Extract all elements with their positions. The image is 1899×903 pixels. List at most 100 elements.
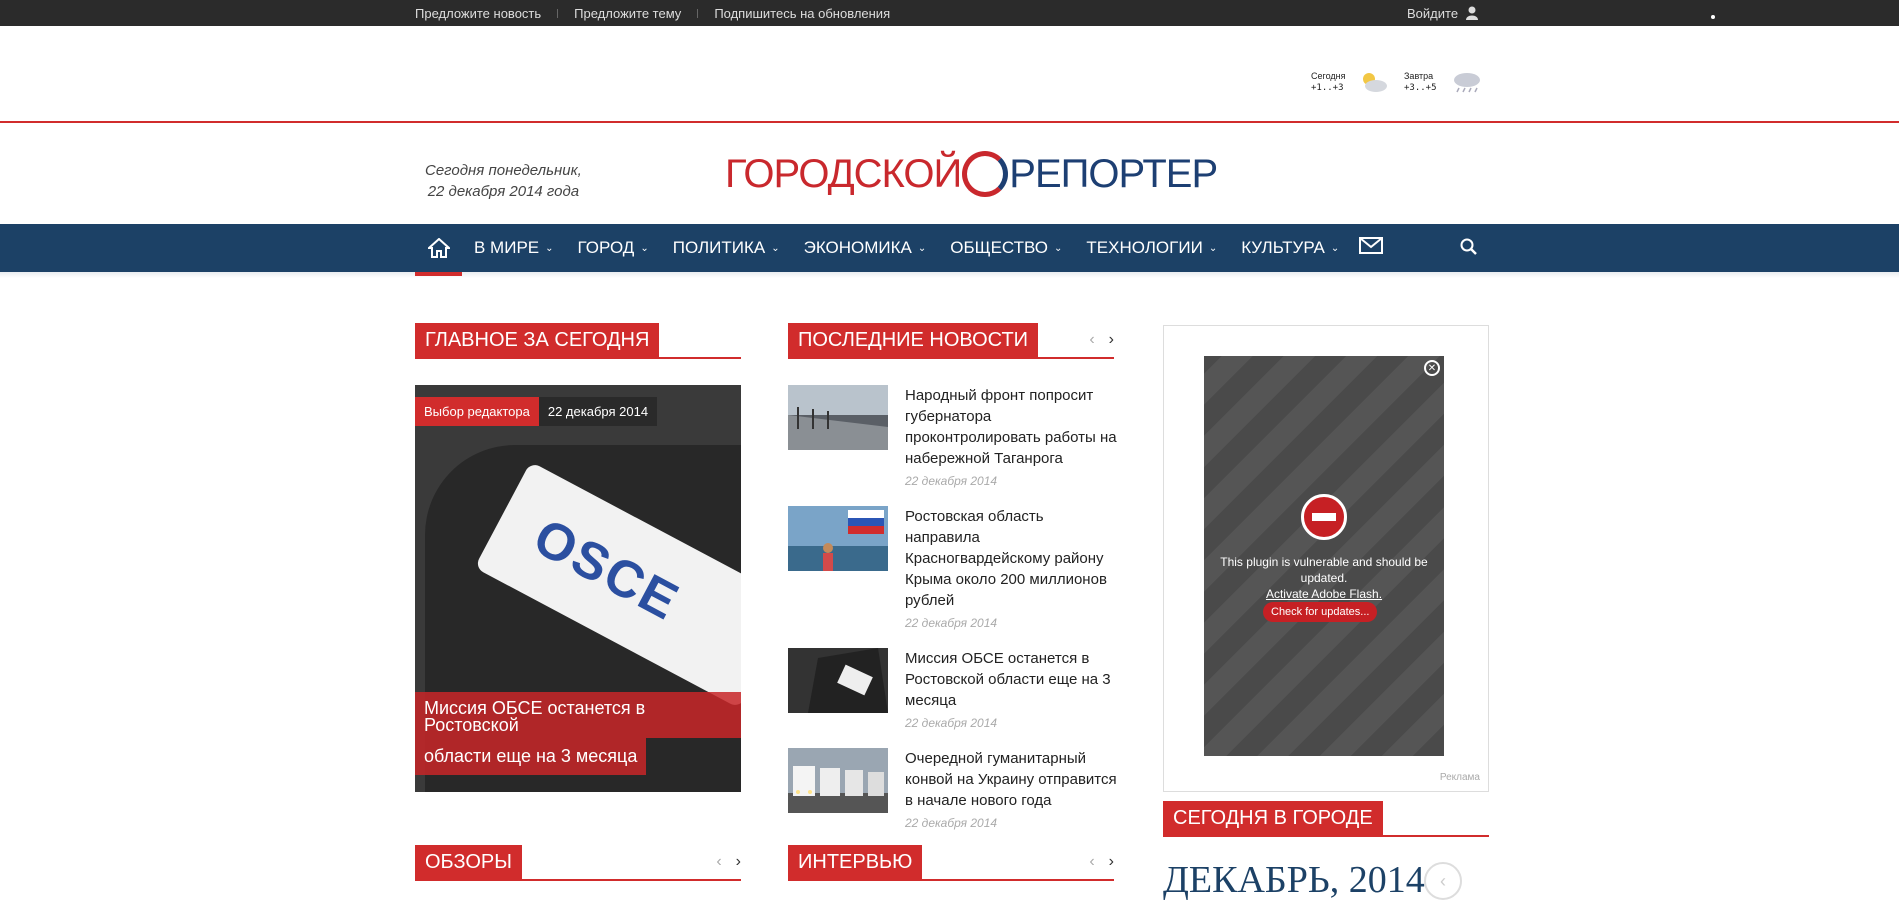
nav-world-label: В МИРЕ	[474, 238, 540, 257]
nav-society[interactable]: ОБЩЕСТВО ⌄	[938, 238, 1074, 258]
chevron-right-icon[interactable]: ›	[1109, 331, 1114, 349]
check-updates-button[interactable]: Check for updates...	[1263, 602, 1378, 622]
chevron-down-icon: ⌄	[1054, 242, 1063, 254]
news-date: 22 декабря 2014	[905, 716, 998, 730]
calendar-month-title: ДЕКАБРЬ, 2014	[1163, 859, 1425, 901]
subscribe-link[interactable]: Подпишитесь на обновления	[698, 6, 906, 21]
chevron-left-icon: ‹	[1440, 870, 1446, 891]
nav-home[interactable]	[415, 224, 462, 272]
header-divider	[0, 121, 1899, 123]
search-icon	[1460, 238, 1477, 255]
editor-choice-badge[interactable]: Выбор редактора	[415, 397, 539, 426]
login-label: Войдите	[1407, 5, 1459, 21]
section-latest-header: ПОСЛЕДНИЕ НОВОСТИ ‹ ›	[788, 323, 1114, 359]
user-icon	[1466, 6, 1479, 20]
top-bar: Предложите новость Предложите тему Подпи…	[0, 0, 1899, 26]
interview-pager: ‹ ›	[1089, 853, 1114, 871]
chevron-left-icon[interactable]: ‹	[1089, 853, 1094, 871]
section-interview-title: ИНТЕРВЬЮ	[788, 845, 923, 879]
featured-date: 22 декабря 2014	[538, 397, 658, 426]
news-thumbnail[interactable]	[788, 748, 888, 813]
flash-plugin-placeholder[interactable]: ✕ This plugin is vulnerable and should b…	[1204, 356, 1444, 756]
nav-society-label: ОБЩЕСТВО	[950, 238, 1049, 257]
nav-economy[interactable]: ЭКОНОМИКА ⌄	[792, 238, 939, 258]
nav-shadow	[0, 272, 1899, 278]
weather-tomorrow: Завтра +3..+5	[1404, 70, 1483, 94]
news-date: 22 декабря 2014	[905, 616, 998, 630]
chevron-down-icon: ⌄	[640, 242, 649, 254]
nav-technology-label: ТЕХНОЛОГИИ	[1086, 238, 1203, 257]
chevron-down-icon: ⌄	[1330, 242, 1340, 254]
section-reviews-title: ОБЗОРЫ	[415, 845, 522, 879]
nav-politics[interactable]: ПОЛИТИКА ⌄	[661, 238, 792, 258]
date-line-1: Сегодня понедельник,	[425, 162, 582, 179]
nav-culture-label: КУЛЬТУРА	[1241, 238, 1325, 257]
nav-politics-label: ПОЛИТИКА	[672, 238, 766, 257]
site-logo[interactable]: ГОРОДСКОЙ РЕПОРТЕР	[725, 146, 1218, 202]
ad-label: Реклама	[1439, 772, 1480, 783]
section-main-header: ГЛАВНОЕ ЗА СЕГОДНЯ	[415, 323, 741, 359]
featured-caption-line-1: Миссия ОБСЕ останется в Ростовской	[415, 692, 741, 738]
chevron-right-icon[interactable]: ›	[736, 853, 741, 871]
embankment-photo	[788, 385, 888, 450]
crimea-photo	[788, 506, 888, 571]
news-thumbnail[interactable]	[788, 385, 888, 450]
news-thumbnail[interactable]	[788, 506, 888, 571]
convoy-photo	[788, 748, 888, 813]
section-interview-header: ИНТЕРВЬЮ ‹ ›	[788, 845, 1114, 881]
nav-technology[interactable]: ТЕХНОЛОГИИ ⌄	[1074, 238, 1229, 258]
logo-text-right: РЕПОРТЕР	[1009, 151, 1218, 196]
status-dot	[1711, 15, 1715, 19]
suggest-news-link[interactable]: Предложите новость	[415, 6, 557, 21]
section-reviews-header: ОБЗОРЫ ‹ ›	[415, 845, 741, 881]
section-main-title: ГЛАВНОЕ ЗА СЕГОДНЯ	[415, 323, 660, 357]
weather-tomorrow-label: Завтра	[1404, 71, 1434, 81]
date-line-2: 22 декабря 2014 года	[427, 183, 580, 200]
plugin-message: This plugin is vulnerable and should be …	[1204, 554, 1444, 602]
calendar-prev-button[interactable]: ‹	[1424, 862, 1462, 900]
weather-today-value: +1..+3	[1311, 83, 1344, 93]
plugin-warning-text: This plugin is vulnerable and should be …	[1220, 555, 1428, 585]
featured-caption[interactable]: Миссия ОБСЕ останется в Ростовской облас…	[415, 692, 741, 775]
suggest-topic-link[interactable]: Предложите тему	[558, 6, 697, 21]
latest-pager: ‹ ›	[1089, 331, 1114, 349]
chevron-down-icon: ⌄	[1208, 242, 1218, 254]
chevron-down-icon: ⌄	[917, 242, 927, 254]
featured-caption-line-2: области еще на 3 месяца	[415, 738, 647, 775]
chevron-down-icon: ⌄	[545, 242, 554, 254]
reviews-pager: ‹ ›	[716, 853, 741, 871]
chevron-down-icon: ⌄	[771, 242, 780, 254]
nav-city[interactable]: ГОРОД ⌄	[566, 238, 661, 258]
weather-today: Сегодня +1..+3	[1311, 70, 1390, 94]
nav-world[interactable]: В МИРЕ ⌄	[462, 238, 566, 258]
mail-icon	[1359, 237, 1384, 254]
partly-sunny-icon	[1362, 73, 1387, 92]
main-nav: В МИРЕ ⌄ ГОРОД ⌄ ПОЛИТИКА ⌄ ЭКОНОМИКА ⌄ ОБЩЕ…	[0, 224, 1899, 272]
news-title[interactable]: Ростовская область направила Красногвард…	[905, 506, 1121, 611]
news-title[interactable]: Очередной гуманитарный конвой на Украину…	[905, 748, 1121, 811]
section-city-header: СЕГОДНЯ В ГОРОДЕ	[1163, 801, 1489, 837]
nav-culture[interactable]: КУЛЬТУРА ⌄	[1229, 238, 1351, 258]
featured-article[interactable]: OSCE Выбор редактора 22 декабря 2014 Мис…	[415, 385, 741, 792]
top-links: Предложите новость Предложите тему Подпи…	[415, 0, 906, 26]
nav-city-label: ГОРОД	[577, 238, 635, 257]
login-link[interactable]: Войдите	[1407, 0, 1479, 26]
featured-tags: Выбор редактора 22 декабря 2014	[415, 397, 658, 426]
weather-tomorrow-value: +3..+5	[1404, 83, 1437, 93]
news-date: 22 декабря 2014	[905, 816, 998, 830]
chevron-left-icon[interactable]: ‹	[1089, 331, 1094, 349]
news-date: 22 декабря 2014	[905, 474, 998, 488]
chevron-right-icon[interactable]: ›	[1109, 853, 1114, 871]
nav-active-indicator	[415, 272, 462, 276]
rain-cloud-icon	[1453, 73, 1480, 93]
chevron-left-icon[interactable]: ‹	[716, 853, 721, 871]
close-icon[interactable]: ✕	[1424, 360, 1440, 376]
nav-search[interactable]	[1460, 238, 1478, 261]
news-title[interactable]: Народный фронт попросит губернатора прок…	[905, 385, 1121, 469]
logo-text-left: ГОРОДСКОЙ	[725, 151, 962, 196]
news-thumbnail[interactable]	[788, 648, 888, 713]
news-title[interactable]: Миссия ОБСЕ останется в Ростовской облас…	[905, 648, 1121, 711]
activate-flash-link[interactable]: Activate Adobe Flash.	[1204, 586, 1444, 602]
nav-contact[interactable]	[1359, 237, 1384, 259]
nav-items: В МИРЕ ⌄ ГОРОД ⌄ ПОЛИТИКА ⌄ ЭКОНОМИКА ⌄ ОБЩЕ…	[415, 224, 1384, 272]
